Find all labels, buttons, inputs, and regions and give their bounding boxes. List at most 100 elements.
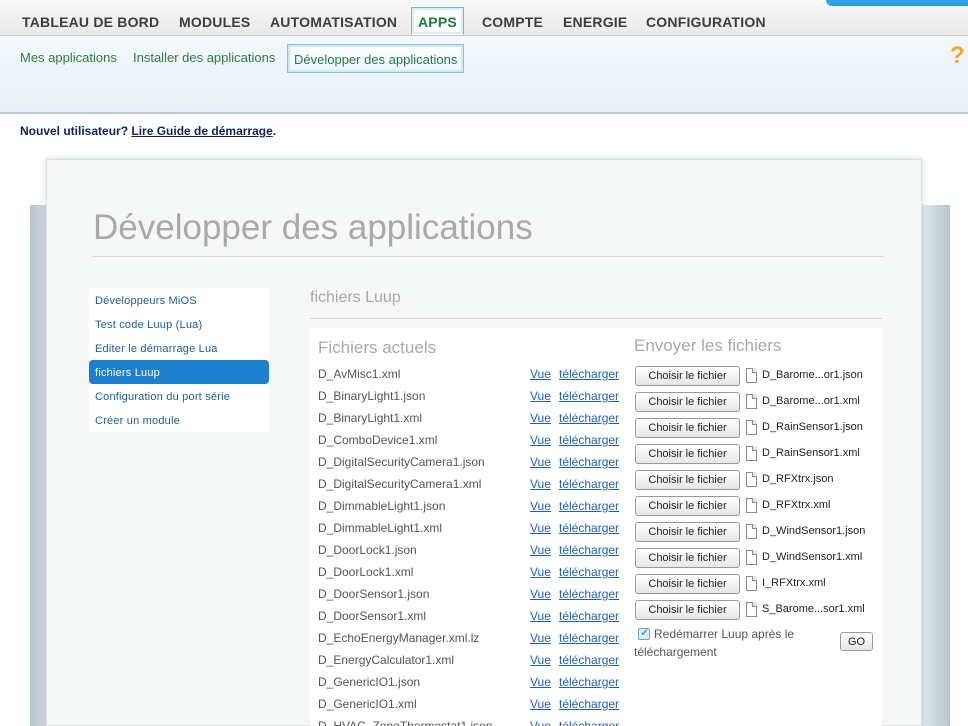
file-name: D_DoorLock1.json bbox=[318, 543, 417, 557]
menu-item-developpeurs-mios[interactable]: Développeurs MiOS bbox=[89, 288, 269, 312]
tab-tableau-de-bord[interactable]: TABLEAU DE BORD bbox=[22, 14, 159, 30]
choose-file-button[interactable]: Choisir le fichier bbox=[635, 574, 740, 594]
question-mark-icon[interactable]: ? bbox=[950, 42, 965, 70]
choose-file-button[interactable]: Choisir le fichier bbox=[635, 496, 740, 516]
view-link[interactable]: Vue bbox=[530, 565, 551, 579]
view-link[interactable]: Vue bbox=[530, 389, 551, 403]
tab-energie[interactable]: ENERGIE bbox=[563, 14, 627, 30]
upload-row: Choisir le fichier D_Barome...or1.xml bbox=[635, 392, 880, 414]
download-link[interactable]: télécharger bbox=[559, 521, 619, 535]
file-name: D_DimmableLight1.xml bbox=[318, 521, 443, 535]
choose-file-button[interactable]: Choisir le fichier bbox=[635, 366, 740, 386]
download-link[interactable]: télécharger bbox=[559, 653, 619, 667]
upload-files-title: Envoyer les fichiers bbox=[634, 336, 782, 355]
selected-file-name: D_RFXtrx.xml bbox=[762, 499, 831, 511]
view-link[interactable]: Vue bbox=[530, 411, 551, 425]
new-user-notice: Nouvel utilisateur? Lire Guide de démarr… bbox=[20, 124, 276, 138]
download-link[interactable]: télécharger bbox=[559, 587, 619, 601]
file-row: D_GenericIO1.json Vue télécharger bbox=[318, 675, 628, 697]
download-link[interactable]: télécharger bbox=[559, 367, 619, 381]
file-row: D_DoorSensor1.xml Vue télécharger bbox=[318, 609, 628, 631]
top-navigation: TABLEAU DE BORD MODULES AUTOMATISATION A… bbox=[0, 0, 968, 36]
go-button[interactable]: GO bbox=[840, 632, 873, 651]
tab-modules[interactable]: MODULES bbox=[179, 14, 250, 30]
file-name: D_GenericIO1.json bbox=[318, 675, 421, 689]
file-row: D_DimmableLight1.xml Vue télécharger bbox=[318, 521, 628, 543]
file-name: D_DoorLock1.xml bbox=[318, 565, 414, 579]
section-divider bbox=[310, 318, 882, 319]
upload-row: Choisir le fichier D_WindSensor1.xml bbox=[635, 548, 880, 570]
choose-file-button[interactable]: Choisir le fichier bbox=[635, 600, 740, 620]
choose-file-button[interactable]: Choisir le fichier bbox=[635, 548, 740, 568]
file-name: D_DigitalSecurityCamera1.json bbox=[318, 455, 485, 469]
view-link[interactable]: Vue bbox=[530, 609, 551, 623]
view-link[interactable]: Vue bbox=[530, 543, 551, 557]
download-link[interactable]: télécharger bbox=[559, 697, 619, 711]
tab-automatisation[interactable]: AUTOMATISATION bbox=[270, 14, 397, 30]
view-link[interactable]: Vue bbox=[530, 675, 551, 689]
tab-compte[interactable]: COMPTE bbox=[482, 14, 543, 30]
upload-row: Choisir le fichier D_RainSensor1.json bbox=[635, 418, 880, 440]
selected-file-name: D_Barome...or1.xml bbox=[762, 395, 860, 407]
upload-row: Choisir le fichier D_Barome...or1.json bbox=[635, 366, 880, 388]
download-link[interactable]: télécharger bbox=[559, 433, 619, 447]
view-link[interactable]: Vue bbox=[530, 367, 551, 381]
menu-item-fichiers-luup[interactable]: fichiers Luup bbox=[89, 360, 269, 384]
file-row: D_HVAC_ZoneThermostat1.json Vue télécharge… bbox=[318, 719, 628, 726]
selected-file-name: S_Barome...sor1.xml bbox=[762, 603, 865, 615]
view-link[interactable]: Vue bbox=[530, 477, 551, 491]
file-name: D_EnergyCalculator1.xml bbox=[318, 653, 455, 667]
left-menu: Développeurs MiOS Test code Luup (Lua) E… bbox=[89, 288, 269, 432]
subnav-installer-des-applications[interactable]: Installer des applications bbox=[133, 50, 275, 65]
upload-row: Choisir le fichier I_RFXtrx.xml bbox=[635, 574, 880, 596]
file-icon bbox=[746, 394, 757, 409]
download-link[interactable]: télécharger bbox=[559, 477, 619, 491]
file-name: D_DimmableLight1.json bbox=[318, 499, 446, 513]
tab-configuration[interactable]: CONFIGURATION bbox=[646, 14, 766, 30]
view-link[interactable]: Vue bbox=[530, 455, 551, 469]
choose-file-button[interactable]: Choisir le fichier bbox=[635, 522, 740, 542]
file-name: D_GenericIO1.xml bbox=[318, 697, 417, 711]
download-link[interactable]: télécharger bbox=[559, 499, 619, 513]
selected-file-name: D_RainSensor1.json bbox=[762, 421, 863, 433]
download-link[interactable]: télécharger bbox=[559, 565, 619, 579]
download-link[interactable]: télécharger bbox=[559, 389, 619, 403]
choose-file-button[interactable]: Choisir le fichier bbox=[635, 418, 740, 438]
file-icon bbox=[746, 420, 757, 435]
download-link[interactable]: télécharger bbox=[559, 543, 619, 557]
view-link[interactable]: Vue bbox=[530, 653, 551, 667]
download-link[interactable]: télécharger bbox=[559, 631, 619, 645]
choose-file-button[interactable]: Choisir le fichier bbox=[635, 444, 740, 464]
corner-button[interactable] bbox=[826, 0, 968, 6]
menu-item-editer-demarrage-lua[interactable]: Editer le démarrage Lua bbox=[89, 336, 269, 360]
download-link[interactable]: télécharger bbox=[559, 609, 619, 623]
subnav-mes-applications[interactable]: Mes applications bbox=[20, 50, 117, 65]
download-link[interactable]: télécharger bbox=[559, 719, 619, 726]
guide-link[interactable]: Lire Guide de démarrage bbox=[131, 124, 272, 138]
view-link[interactable]: Vue bbox=[530, 697, 551, 711]
view-link[interactable]: Vue bbox=[530, 719, 551, 726]
file-row: D_DimmableLight1.json Vue télécharger bbox=[318, 499, 628, 521]
menu-item-configuration-port-serie[interactable]: Configuration du port série bbox=[89, 384, 269, 408]
choose-file-button[interactable]: Choisir le fichier bbox=[635, 470, 740, 490]
menu-item-test-code-luup[interactable]: Test code Luup (Lua) bbox=[89, 312, 269, 336]
file-name: D_ComboDevice1.xml bbox=[318, 433, 438, 447]
view-link[interactable]: Vue bbox=[530, 631, 551, 645]
view-link[interactable]: Vue bbox=[530, 499, 551, 513]
menu-item-creer-un-module[interactable]: Créer un module bbox=[89, 408, 269, 432]
view-link[interactable]: Vue bbox=[530, 433, 551, 447]
file-name: D_BinaryLight1.xml bbox=[318, 411, 423, 425]
tab-apps[interactable]: APPS bbox=[411, 7, 464, 35]
subnav-developper-des-applications[interactable]: Développer des applications bbox=[287, 44, 465, 73]
download-link[interactable]: télécharger bbox=[559, 455, 619, 469]
selected-file-name: D_RFXtrx.json bbox=[762, 473, 834, 485]
choose-file-button[interactable]: Choisir le fichier bbox=[635, 392, 740, 412]
upload-row: Choisir le fichier D_RFXtrx.xml bbox=[635, 496, 880, 518]
view-link[interactable]: Vue bbox=[530, 521, 551, 535]
file-icon bbox=[746, 576, 757, 591]
upload-row: Choisir le fichier D_WindSensor1.json bbox=[635, 522, 880, 544]
view-link[interactable]: Vue bbox=[530, 587, 551, 601]
download-link[interactable]: télécharger bbox=[559, 411, 619, 425]
file-icon bbox=[746, 368, 757, 383]
download-link[interactable]: télécharger bbox=[559, 675, 619, 689]
